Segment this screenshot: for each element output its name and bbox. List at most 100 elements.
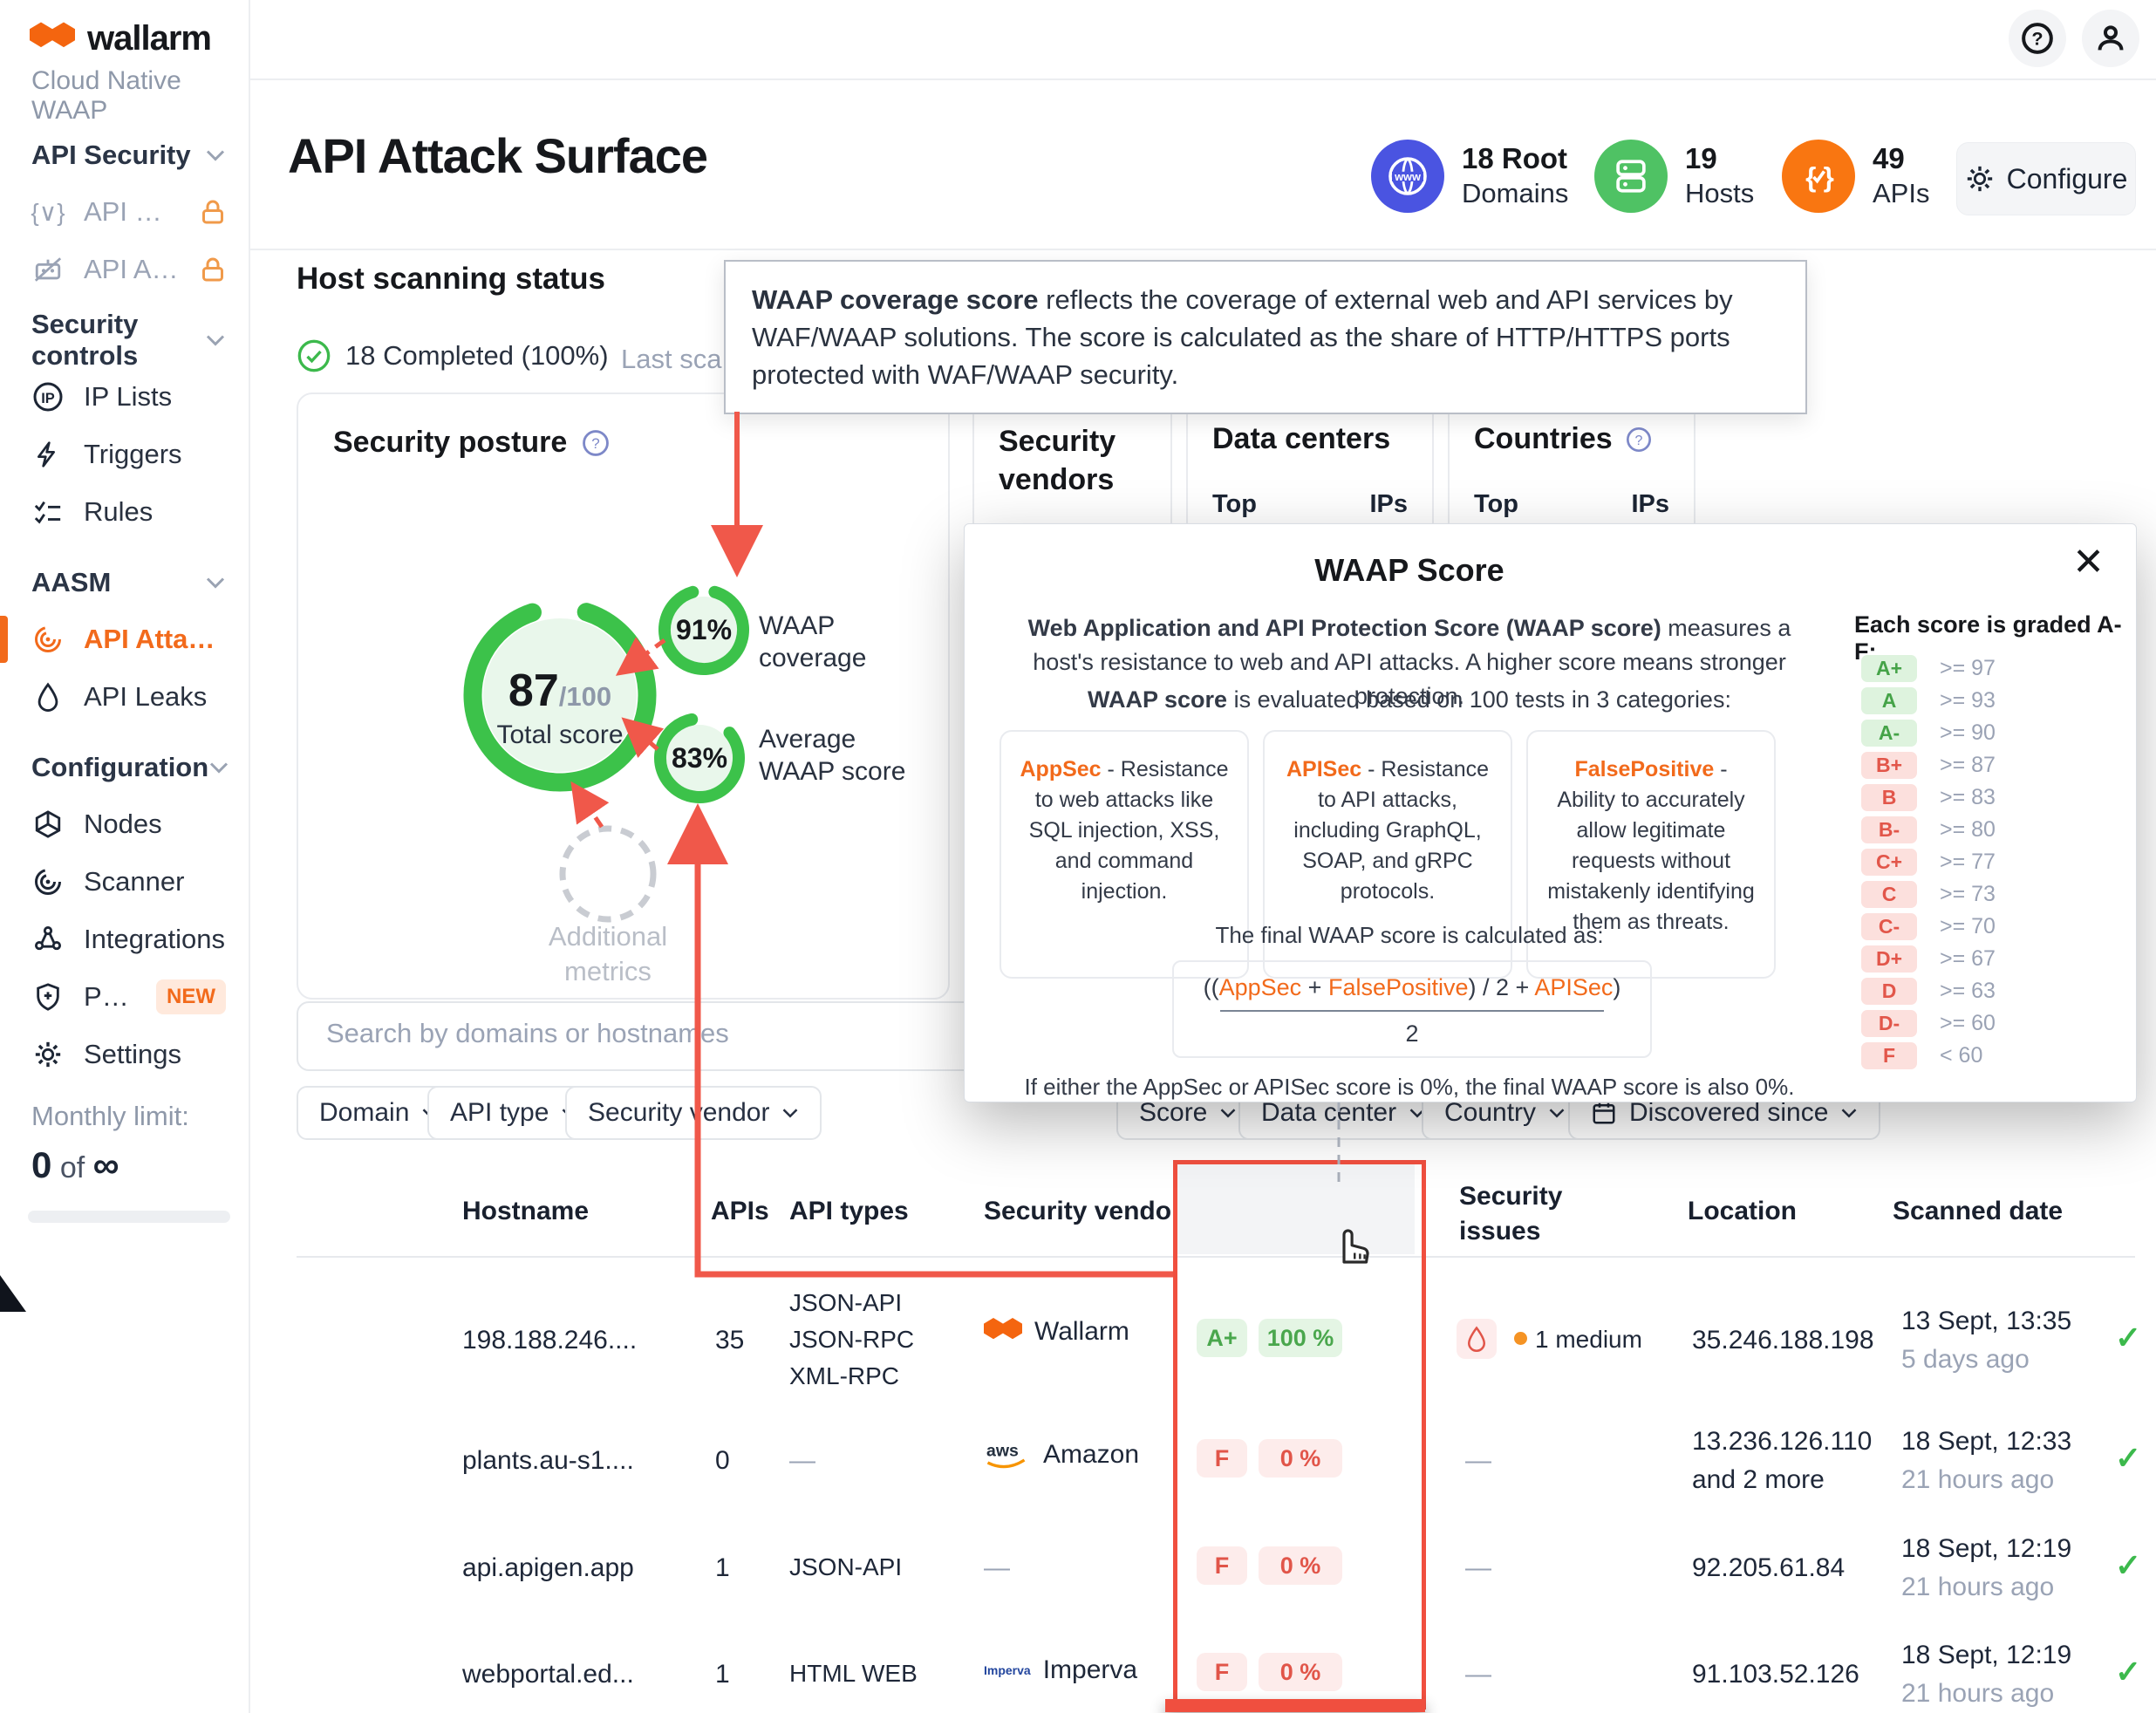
col-scanned-date[interactable]: Scanned date [1893, 1197, 2063, 1226]
search-box[interactable] [297, 1001, 998, 1071]
check-circle-icon [297, 338, 331, 373]
sidebar-item-nodes[interactable]: Nodes [0, 795, 249, 853]
stat-root-domains: www 18 RootDomains [1371, 140, 1568, 213]
sidebar-section-aasm[interactable]: AASM [0, 555, 249, 611]
api-type: JSON-RPC [789, 1326, 914, 1354]
security-posture-card: Security posture ? 87/100 Total score 91… [297, 392, 950, 1000]
calendar-icon [1591, 1100, 1617, 1126]
grade-row: A>= 93 [1861, 687, 1996, 714]
waap-score-badge: 100 % [1259, 1319, 1342, 1357]
date-cell: 18 Sept, 12:19 [1901, 1534, 2071, 1564]
table-row[interactable]: plants.au-s1.... 0 — aws Amazon F 0 % — … [297, 1407, 2137, 1515]
location-cell: 92.205.61.84 [1692, 1553, 1845, 1583]
sidebar-item-api-discovery[interactable]: {∨} API Discovery [0, 183, 249, 241]
sidebar-section-security-controls[interactable]: Security controls [0, 312, 249, 368]
issues-cell[interactable]: 1 medium [1535, 1326, 1642, 1354]
sidebar-section-configuration[interactable]: Configuration [0, 740, 249, 795]
scan-ok-icon: ✓ [2115, 1320, 2141, 1356]
table-row[interactable]: 198.188.246.... 35 JSON-API JSON-RPC XML… [297, 1286, 2137, 1395]
droplet-icon [31, 680, 65, 713]
nodes-icon [31, 808, 65, 841]
divider [250, 249, 2156, 250]
hostname-cell[interactable]: api.apigen.app [462, 1553, 634, 1583]
grade-row: D+>= 67 [1861, 945, 1996, 973]
close-icon[interactable]: ✕ [2072, 543, 2105, 582]
sidebar-item-ip-lists[interactable]: IP IP Lists [0, 368, 249, 426]
account-button[interactable] [2082, 10, 2139, 67]
divider [250, 78, 2156, 80]
gear-icon [1965, 164, 1995, 194]
grade-row: B+>= 87 [1861, 752, 1996, 779]
chevron-down-icon [205, 148, 226, 162]
col-hostname[interactable]: Hostname [462, 1197, 589, 1226]
braces-check-icon: {} [1782, 140, 1855, 213]
gear-icon [31, 1038, 65, 1071]
sidebar-item-api-abuse-prevention[interactable]: API Abuse Prevention [0, 241, 249, 298]
waap-grade-badge: A+ [1197, 1319, 1247, 1357]
hostname-cell[interactable]: 198.188.246.... [462, 1326, 637, 1355]
sidebar-item-settings[interactable]: Settings [0, 1026, 249, 1083]
active-indicator [0, 616, 8, 663]
sidebar-item-scanner[interactable]: Scanner [0, 853, 249, 911]
grade-row: C+>= 77 [1861, 849, 1996, 876]
new-badge: NEW [156, 979, 226, 1014]
sidebar-item-triggers[interactable]: Triggers [0, 426, 249, 483]
sidebar-item-integrations[interactable]: Integrations [0, 911, 249, 968]
chevron-down-icon [1840, 1107, 1858, 1119]
lightning-icon [31, 438, 65, 471]
apis-cell: 0 [715, 1446, 730, 1476]
waap-score-badge: 0 % [1259, 1546, 1342, 1585]
sidebar-item-rules[interactable]: Rules [0, 483, 249, 541]
hostname-cell[interactable]: plants.au-s1.... [462, 1446, 634, 1476]
col-apis[interactable]: APIs [711, 1197, 769, 1226]
scan-status-row: 18 Completed (100%) [297, 338, 609, 373]
date-cell: 13 Sept, 13:35 [1901, 1307, 2071, 1336]
chevron-down-icon [205, 576, 226, 590]
grade-row: C->= 70 [1861, 913, 1996, 940]
issues-cell: — [1465, 1660, 1491, 1689]
apis-cell: 35 [715, 1326, 744, 1355]
api-type: JSON-API [789, 1553, 902, 1581]
api-type: HTML WEB [789, 1660, 918, 1688]
imperva-logo-icon: Imperva [984, 1663, 1031, 1677]
location-cell: 13.236.126.110 [1692, 1427, 1872, 1457]
globe-www-icon: www [1371, 140, 1444, 213]
col-api-types[interactable]: API types [789, 1197, 909, 1226]
scan-ok-icon: ✓ [2115, 1547, 2141, 1584]
col-security-vendor[interactable]: Security vendor [984, 1197, 1182, 1226]
sidebar-item-api-leaks[interactable]: API Leaks [0, 668, 249, 726]
countries-title: Countries [1474, 422, 1613, 456]
sidebar-section-api-security[interactable]: API Security [0, 127, 249, 183]
waap-score-badge: 0 % [1259, 1653, 1342, 1691]
svg-text:?: ? [2031, 28, 2043, 50]
radar-spiral-icon [31, 623, 65, 656]
location-more-cell[interactable]: and 2 more [1692, 1465, 1825, 1495]
chevron-down-icon [205, 333, 226, 347]
stat-apis: {} 49APIs [1782, 140, 1929, 213]
sidebar-item-pentest-request[interactable]: Pentest request NEW [0, 968, 249, 1026]
search-input[interactable] [324, 1017, 973, 1050]
configure-button[interactable]: Configure [1956, 142, 2136, 215]
col-security-issues[interactable]: Securityissues [1459, 1179, 1562, 1249]
grade-row: A+>= 97 [1861, 655, 1996, 682]
hand-cursor-icon [1326, 1219, 1375, 1268]
col-location[interactable]: Location [1688, 1197, 1797, 1226]
app-root: wallarm Cloud Native WAAP API Security {… [0, 0, 2156, 1713]
waap-column-highlight-bar [1165, 1699, 1425, 1712]
person-icon [2093, 21, 2128, 56]
waap-score-modal: WAAP Score ✕ Web Application and API Pro… [964, 523, 2137, 1102]
api-type: XML-RPC [789, 1362, 899, 1390]
filter-security-vendor[interactable]: Security vendor [565, 1086, 822, 1140]
help-button[interactable]: ? [2009, 10, 2066, 67]
integrations-icon [31, 923, 65, 956]
table-row[interactable]: api.apigen.app 1 JSON-API — F 0 % — 92.2… [297, 1514, 2137, 1622]
location-cell: 91.103.52.126 [1692, 1660, 1859, 1689]
sidebar-item-api-attack-surface[interactable]: API Attack Surface [0, 611, 249, 668]
question-icon[interactable]: ? [1625, 426, 1653, 454]
svg-text:www: www [1394, 170, 1421, 183]
last-scan-label[interactable]: Last sca [621, 344, 721, 375]
wallarm-logo-icon [30, 22, 75, 57]
hostname-cell[interactable]: webportal.ed... [462, 1660, 634, 1689]
lock-icon [200, 199, 226, 225]
modal-note: If either the AppSec or APISec score is … [991, 1074, 1828, 1101]
